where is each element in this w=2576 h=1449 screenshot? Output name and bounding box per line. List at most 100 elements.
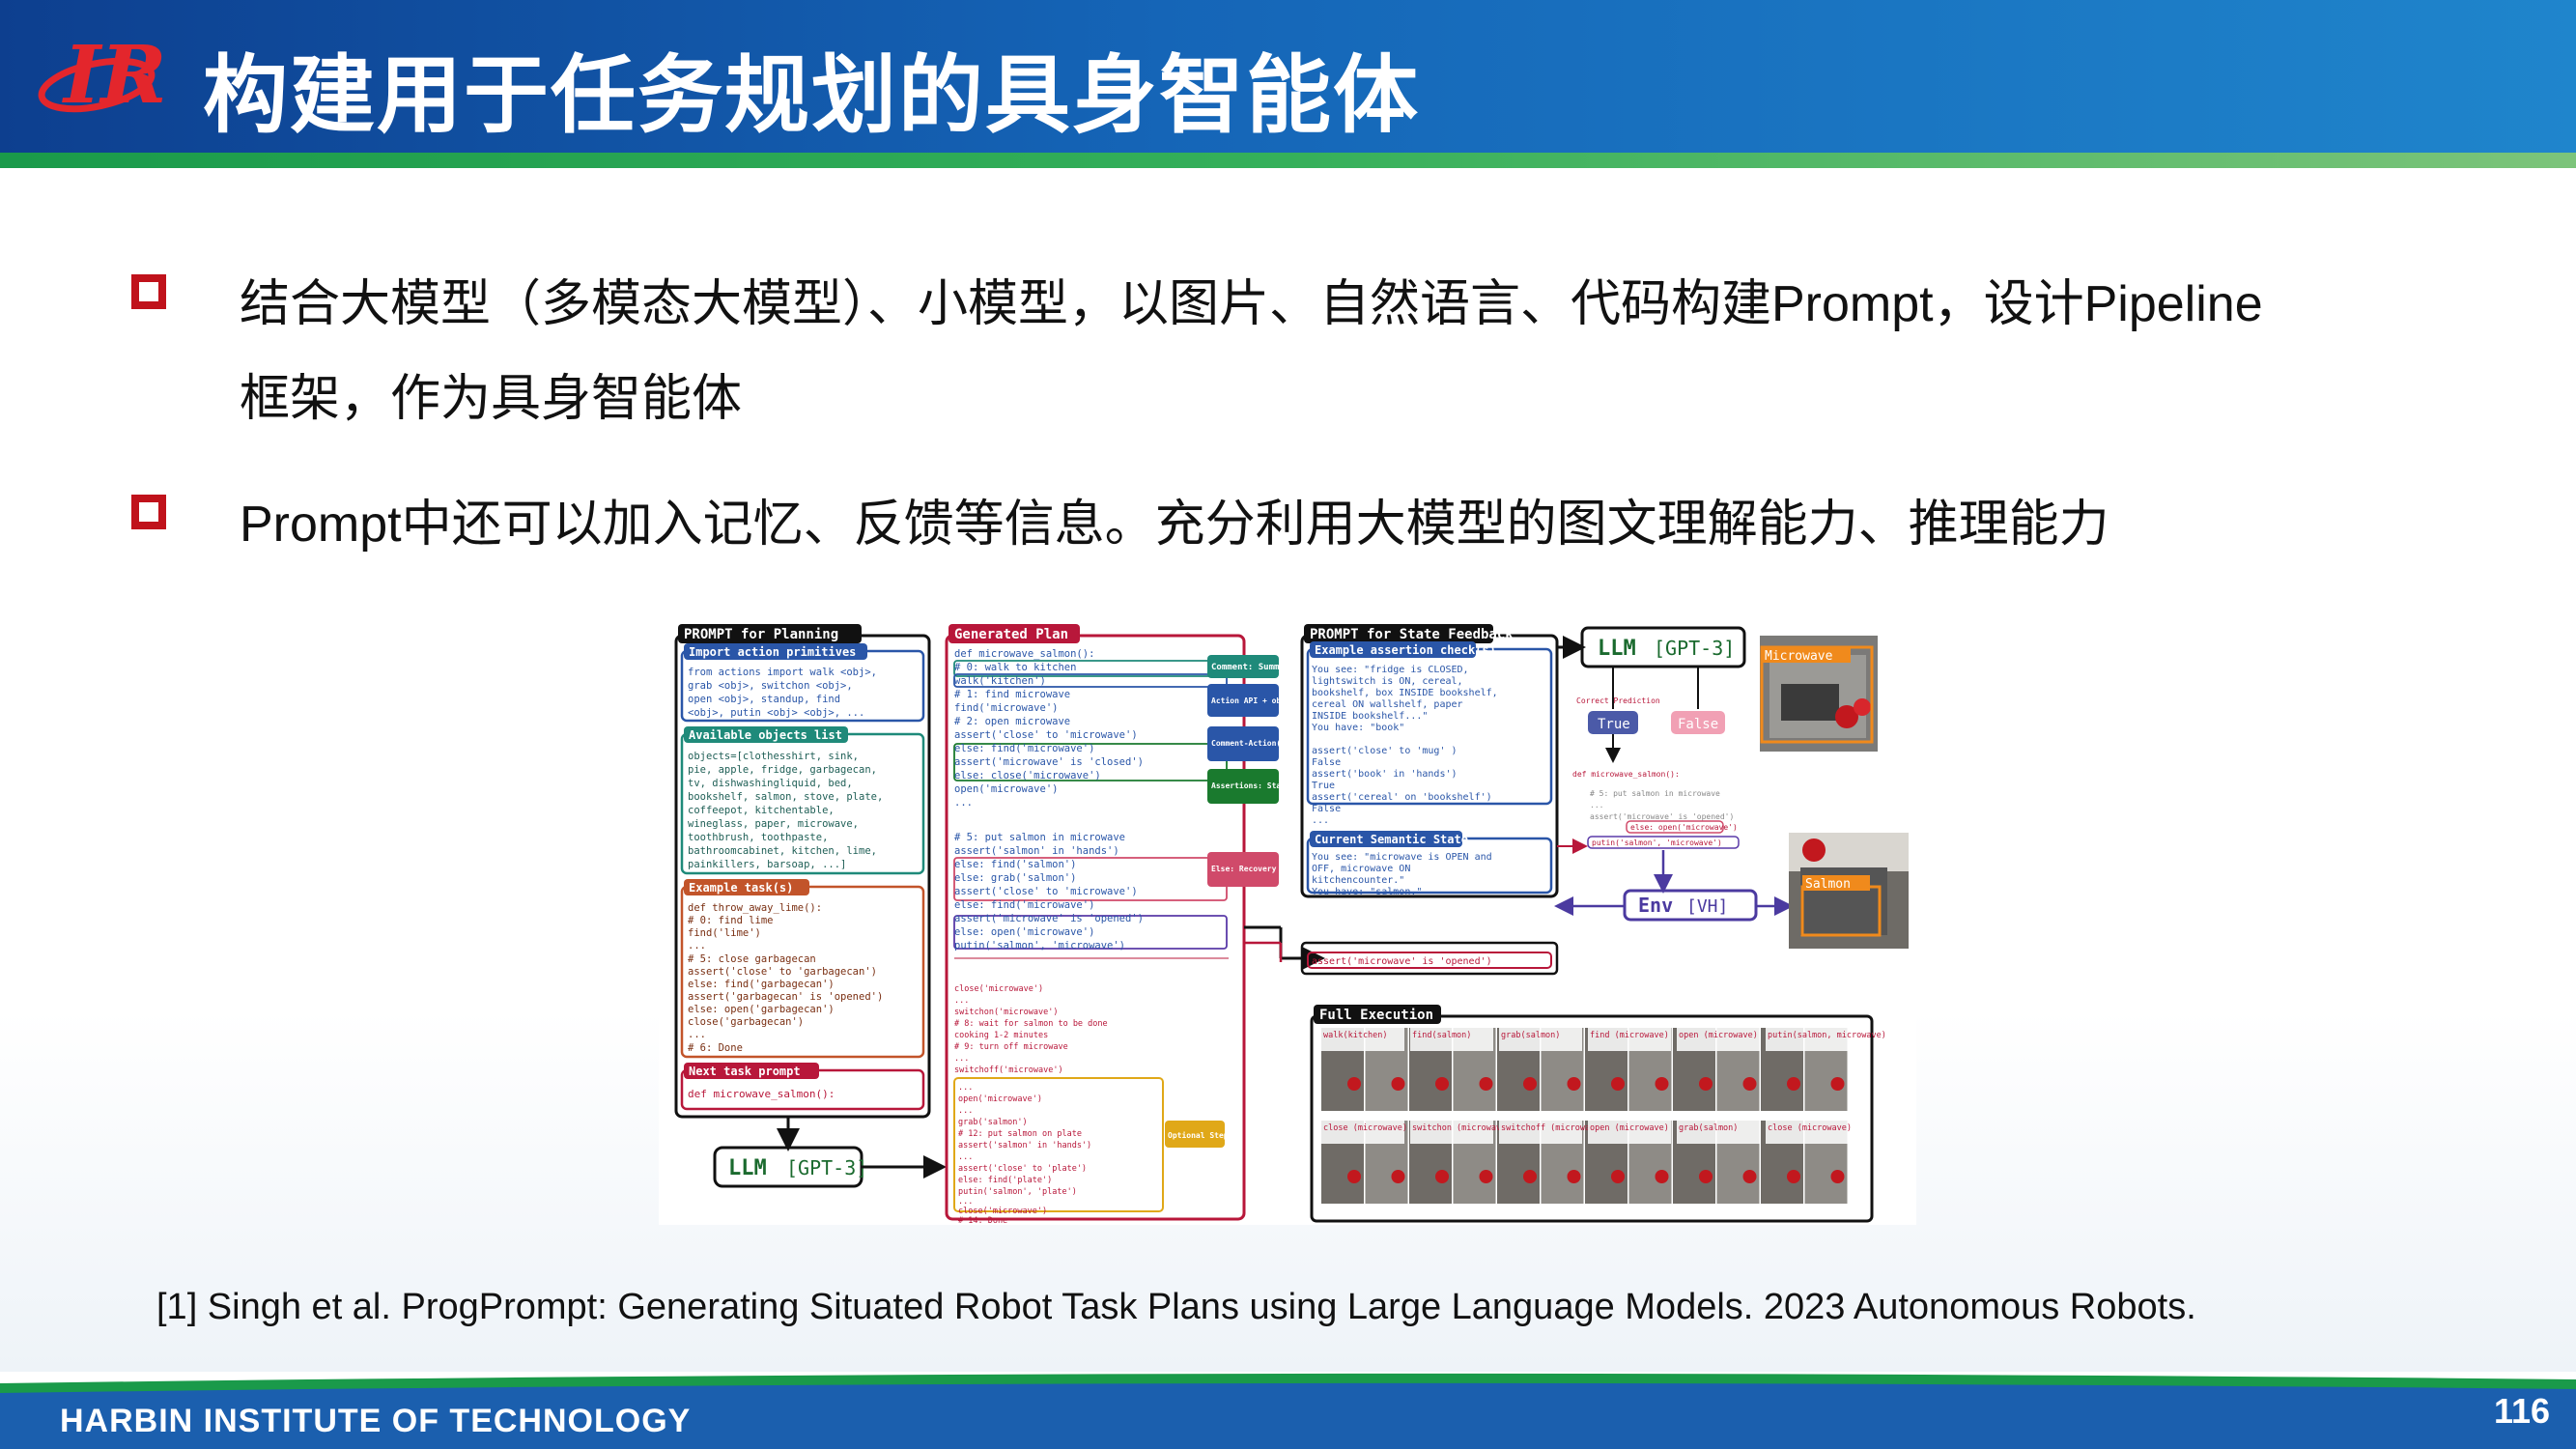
assert-line: lightswitch is ON, cereal, (1312, 676, 1463, 687)
state-line: OFF, microwave ON (1312, 864, 1410, 874)
plan-b-line: ... (958, 1197, 973, 1207)
example-line: else: find('garbagecan') (688, 979, 835, 990)
scene-apple (1523, 1170, 1537, 1183)
col4-code-line: def microwave_salmon(): (1572, 770, 1680, 779)
scene-apple (1655, 1170, 1669, 1183)
plan-line: find('microwave') (954, 702, 1058, 714)
execution-step-label: putin(salmon, microwave) (1768, 1031, 1886, 1040)
scene-apple (1742, 1170, 1757, 1183)
plan-b-line: ... (954, 996, 969, 1006)
assert-line: cereal ON wallshelf, paper (1312, 699, 1463, 710)
state-line: kitchencounter." (1312, 875, 1404, 886)
correct-prediction-label: Correct Prediction (1576, 696, 1660, 705)
example-line: ... (688, 940, 706, 952)
semantic-state-label: Current Semantic State (1315, 833, 1468, 846)
scene-apple (1655, 1077, 1669, 1091)
scene-apple (1699, 1077, 1713, 1091)
import-label: Import action primitives (689, 645, 856, 659)
example-line: ... (688, 1029, 706, 1040)
scene-apple (1567, 1170, 1581, 1183)
scene-apple (1830, 1077, 1845, 1091)
example-line: else: open('garbagecan') (688, 1004, 835, 1015)
plan-b-line: ... (958, 1152, 973, 1162)
import-line: <obj>, putin <obj> <obj>, ... (688, 707, 864, 719)
full-execution-label: Full Execution (1319, 1008, 1433, 1023)
objects-label: Available objects list (689, 728, 842, 742)
plan-line: assert('microwave' is 'closed') (954, 756, 1144, 768)
example-line: assert('garbagecan' is 'opened') (688, 991, 883, 1003)
objects-line: pie, apple, fridge, garbagecan, (688, 764, 877, 776)
page-number: 116 (2494, 1391, 2551, 1431)
execution-step-label: find(salmon) (1412, 1031, 1471, 1040)
assert-line: True (1312, 781, 1335, 791)
microwave-label: Microwave (1765, 649, 1833, 664)
planning-header: PROMPT for Planning (684, 627, 838, 642)
assert-line: bookshelf, box INSIDE bookshelf, (1312, 688, 1498, 698)
execution-step-label: close (microwave) (1768, 1123, 1852, 1133)
execution-step-label: walk(kitchen) (1323, 1031, 1388, 1040)
execution-step-label: open (microwave) (1679, 1031, 1758, 1040)
tag-comment-mapping: Comment-Action(s) Mapping (1211, 738, 1328, 748)
llm-label: LLM (1598, 637, 1636, 661)
scene-apple (1787, 1077, 1800, 1091)
institution-name: HARBIN INSTITUTE OF TECHNOLOGY (60, 1403, 692, 1439)
llm-model: [GPT-3] (786, 1156, 867, 1179)
scene-apple (1611, 1170, 1625, 1183)
plan-b-line: ... (958, 1106, 973, 1116)
objects-line: bathroomcabinet, kitchen, lime, (688, 845, 877, 857)
plan-b-line: # 9: turn off microwave (954, 1042, 1068, 1052)
plan-line: # 1: find microwave (954, 689, 1070, 700)
bullet-marker-2 (131, 495, 166, 529)
tag-else-recovery: Else: Recovery Actions (1211, 864, 1314, 873)
scene-apple (1742, 1077, 1757, 1091)
plan-line: ... (954, 797, 973, 809)
generated-plan-header: Generated Plan (954, 627, 1068, 642)
example-line: assert('close' to 'garbagecan') (688, 966, 877, 978)
plan-b-line: ... (954, 1054, 969, 1064)
objects-line: coffeepot, kitchentable, (688, 805, 835, 816)
plan-line: # 5: put salmon in microwave (954, 832, 1125, 843)
example-label: Example task(s) (689, 881, 793, 895)
scene-apple (1391, 1077, 1405, 1091)
scene-apple (1347, 1170, 1361, 1183)
objects-line: toothbrush, toothpaste, (688, 832, 828, 843)
execution-step-label: close (microwave) (1323, 1123, 1407, 1133)
plan-line: def microwave_salmon(): (954, 648, 1094, 660)
plan-line: else: find('microwave') (954, 743, 1094, 754)
execution-step-label: find (microwave) (1590, 1031, 1669, 1040)
tag-optional-steps: Optional Steps (1168, 1130, 1233, 1140)
salmon-label: Salmon (1805, 877, 1851, 892)
progprompt-figure: PROMPT for Planning Import action primit… (659, 614, 1916, 1226)
plan-b-line: # 12: put salmon on plate (958, 1129, 1082, 1139)
assert-line: You see: "fridge is CLOSED, (1312, 665, 1469, 675)
plan-b-line: assert('salmon' in 'hands') (958, 1141, 1091, 1151)
col4-code-line: putin('salmon', 'microwave') (1592, 838, 1722, 847)
objects-line: tv, dishwashingliquid, bed, (688, 778, 853, 789)
logo-text: IR (62, 29, 167, 122)
objects-line: objects=[clothesshirt, sink, (688, 751, 859, 762)
plan-b-line: ... (958, 1083, 973, 1093)
plan-line: else: find('salmon') (954, 859, 1076, 870)
example-line: def throw_away_lime(): (688, 902, 822, 914)
col4-code-line: assert('microwave' is 'opened') (1590, 812, 1734, 821)
assert-line: False (1312, 757, 1341, 768)
import-line: grab <obj>, switchon <obj>, (688, 680, 853, 692)
false-label: False (1678, 717, 1718, 732)
plan-line: else: close('microwave') (954, 770, 1101, 781)
scene-apple (1567, 1077, 1581, 1091)
example-line: close('garbagecan') (688, 1016, 804, 1028)
plan-line: walk('kitchen') (954, 675, 1046, 687)
objects-line: wineglass, paper, microwave, (688, 818, 859, 830)
assert-line: assert('book' in 'hands') (1312, 769, 1458, 780)
plan-b-line: grab('salmon') (958, 1118, 1028, 1127)
example-line: # 0: find lime (688, 915, 774, 926)
assert-line: False (1312, 804, 1341, 814)
state-line: You see: "microwave is OPEN and (1312, 852, 1492, 863)
llm-model: [GPT-3] (1654, 637, 1735, 660)
assert-line: assert('close' to 'mug' ) (1312, 746, 1458, 756)
plan-b-line: # 14: Done (958, 1216, 1007, 1225)
plan-line: open('microwave') (954, 783, 1058, 795)
scene-apple (1435, 1077, 1449, 1091)
plan-line: assert('microwave' is 'opened') (954, 913, 1144, 924)
scene-apple (1479, 1077, 1493, 1091)
